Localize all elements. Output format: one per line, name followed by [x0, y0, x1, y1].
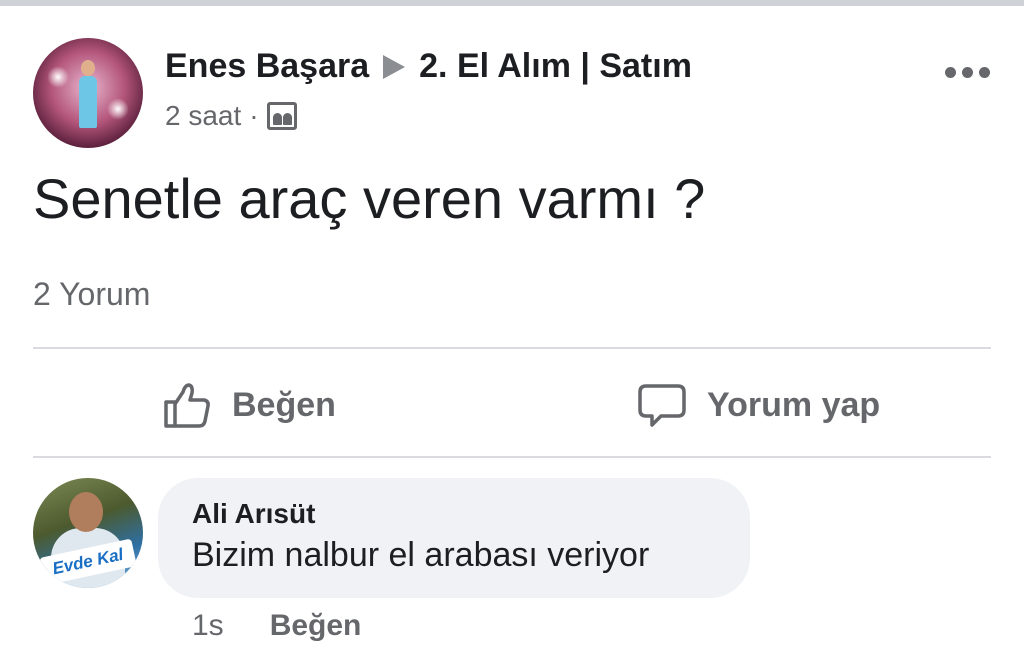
- comment-like-button[interactable]: Beğen: [270, 609, 362, 643]
- like-button-label: Beğen: [232, 385, 336, 424]
- post-author-avatar[interactable]: [33, 38, 143, 148]
- post-header-line: Enes Başara 2. El Alım | Satım: [165, 47, 692, 86]
- post-meta: 2 saat ·: [165, 100, 297, 132]
- comment-button[interactable]: Yorum yap: [637, 375, 880, 435]
- divider: [33, 456, 991, 458]
- comment-bubble-icon: [638, 384, 686, 427]
- like-button[interactable]: Beğen: [162, 375, 336, 435]
- comment-meta: 1s Beğen: [192, 609, 361, 643]
- comment-count-link[interactable]: 2 Yorum: [33, 276, 150, 313]
- comment-button-label: Yorum yap: [707, 385, 881, 424]
- divider: [33, 347, 991, 349]
- top-border: [0, 0, 1024, 6]
- avatar-light-decoration: [47, 66, 69, 88]
- avatar-light-decoration: [107, 98, 129, 120]
- meta-separator: ·: [249, 100, 259, 131]
- comment-bubble: Ali Arısüt Bizim nalbur el arabası veriy…: [158, 478, 750, 598]
- thumbs-up-icon: [164, 383, 210, 428]
- group-privacy-icon: [266, 102, 297, 130]
- post-author-name[interactable]: Enes Başara: [165, 47, 369, 86]
- comment-text: Bizim nalbur el arabası veriyor: [192, 536, 650, 574]
- arrow-right-icon: [383, 54, 406, 79]
- commenter-avatar[interactable]: Evde Kal: [33, 478, 143, 588]
- avatar-person-head: [81, 60, 95, 76]
- avatar-person-body: [79, 76, 97, 128]
- group-name-link[interactable]: 2. El Alım | Satım: [419, 47, 692, 86]
- comment-timestamp[interactable]: 1s: [192, 609, 224, 643]
- more-options-icon[interactable]: [945, 62, 993, 82]
- commenter-name[interactable]: Ali Arısüt: [192, 498, 716, 530]
- post-timestamp[interactable]: 2 saat: [165, 100, 241, 132]
- avatar-person-face: [69, 492, 103, 532]
- post-text: Senetle araç veren varmı ?: [33, 167, 706, 230]
